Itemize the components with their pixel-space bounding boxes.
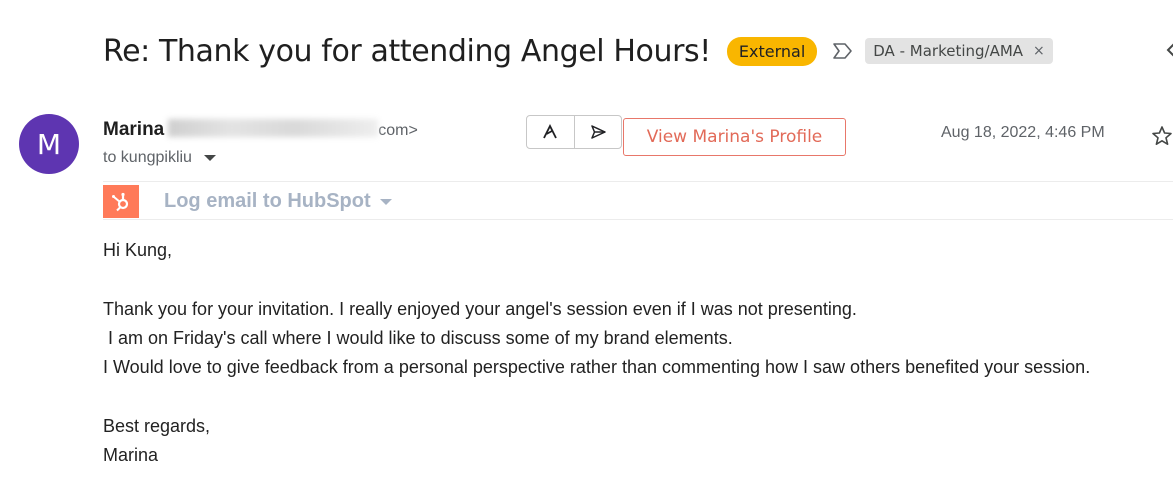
log-to-hubspot-button[interactable]: Log email to HubSpot <box>164 190 392 213</box>
to-recipients: to kungpikliu <box>103 149 192 166</box>
addon-button-group <box>526 115 622 149</box>
chevron-down-icon[interactable] <box>203 155 216 161</box>
sender-email-suffix: com> <box>378 122 418 139</box>
log-to-hubspot-label: Log email to HubSpot <box>164 190 371 212</box>
body-line: I am on Friday's call where I would like… <box>103 327 733 348</box>
divider <box>103 219 1173 220</box>
star-icon[interactable] <box>1150 124 1173 148</box>
view-profile-button[interactable]: View Marina's Profile <box>623 118 846 156</box>
chevron-icon[interactable] <box>1164 38 1173 62</box>
body-line: I Would love to give feedback from a per… <box>103 357 1091 378</box>
external-badge: External <box>726 36 818 66</box>
body-blank <box>103 265 1173 294</box>
label-arrow-icon[interactable] <box>831 39 855 63</box>
sender-line: Marina com> <box>103 117 418 141</box>
remove-label-icon[interactable]: × <box>1033 43 1045 59</box>
ai-assist-button[interactable] <box>527 116 574 148</box>
email-date: Aug 18, 2022, 4:46 PM <box>941 124 1105 141</box>
label-chip[interactable]: DA - Marketing/AMA × <box>865 38 1053 64</box>
chevron-down-icon <box>379 198 392 205</box>
label-chip-text: DA - Marketing/AMA <box>873 42 1024 60</box>
body-greeting: Hi Kung, <box>103 240 173 260</box>
redacted-email <box>168 119 379 137</box>
recipient-details[interactable]: to kungpikliu <box>103 149 216 167</box>
body-signature: Marina <box>103 445 159 466</box>
email-subject: Re: Thank you for attending Angel Hours! <box>103 33 711 69</box>
body-line: Thank you for your invitation. I really … <box>103 298 857 319</box>
ai-assist-icon <box>543 123 558 139</box>
avatar[interactable]: M <box>19 114 79 174</box>
body-signoff: Best regards, <box>103 415 211 436</box>
email-body: Hi Kung, Thank you for your invitation. … <box>103 236 1173 470</box>
body-blank <box>103 382 1173 411</box>
send-button[interactable] <box>573 116 622 148</box>
hubspot-logo-icon <box>103 185 139 218</box>
send-icon <box>591 125 606 139</box>
sender-name[interactable]: Marina <box>103 119 164 141</box>
subject-row: Re: Thank you for attending Angel Hours!… <box>103 28 1053 74</box>
divider <box>103 181 1173 182</box>
